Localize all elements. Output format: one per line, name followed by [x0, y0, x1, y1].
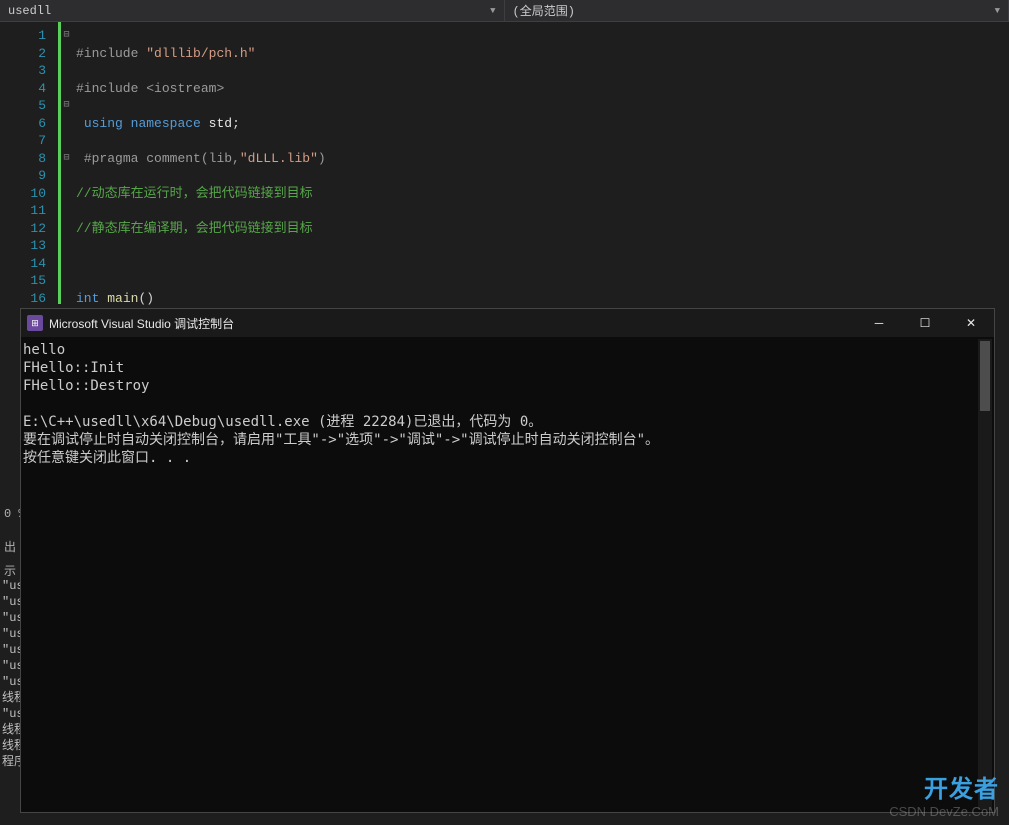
console-output[interactable]: hello FHello::Init FHello::Destroy E:\C+…: [21, 337, 994, 471]
chevron-down-icon: ▼: [995, 6, 1000, 16]
console-titlebar[interactable]: ⊞ Microsoft Visual Studio 调试控制台 ─ ☐ ✕: [21, 309, 994, 337]
maximize-button[interactable]: ☐: [902, 309, 948, 337]
close-button[interactable]: ✕: [948, 309, 994, 337]
chevron-down-icon: ▼: [490, 6, 495, 16]
context-bar: usedll ▼ (全局范围) ▼: [0, 0, 1009, 22]
symbol-scope-label: (全局范围): [513, 2, 575, 19]
fold-gutter[interactable]: ⊟ ⊟⊟: [58, 22, 72, 304]
watermark: 开发者 CSDN DevZe.CoM: [889, 769, 999, 819]
scrollbar-thumb[interactable]: [980, 341, 990, 411]
symbol-scope-dropdown[interactable]: (全局范围) ▼: [505, 0, 1009, 21]
file-scope-label: usedll: [8, 4, 51, 18]
vs-icon: ⊞: [27, 315, 43, 331]
minimize-button[interactable]: ─: [856, 309, 902, 337]
console-scrollbar[interactable]: [978, 339, 992, 810]
code-content[interactable]: #include "dlllib/pch.h" #include <iostre…: [72, 22, 1009, 304]
line-number-gutter: 1234 5678 9101112 13141516: [0, 22, 58, 304]
console-title-text: Microsoft Visual Studio 调试控制台: [49, 315, 234, 332]
file-scope-dropdown[interactable]: usedll ▼: [0, 0, 505, 21]
code-editor[interactable]: 1234 5678 9101112 13141516 ⊟ ⊟⊟ #include…: [0, 22, 1009, 304]
debug-console-window: ⊞ Microsoft Visual Studio 调试控制台 ─ ☐ ✕ he…: [20, 308, 995, 813]
output-panel-label[interactable]: 出: [0, 536, 20, 557]
